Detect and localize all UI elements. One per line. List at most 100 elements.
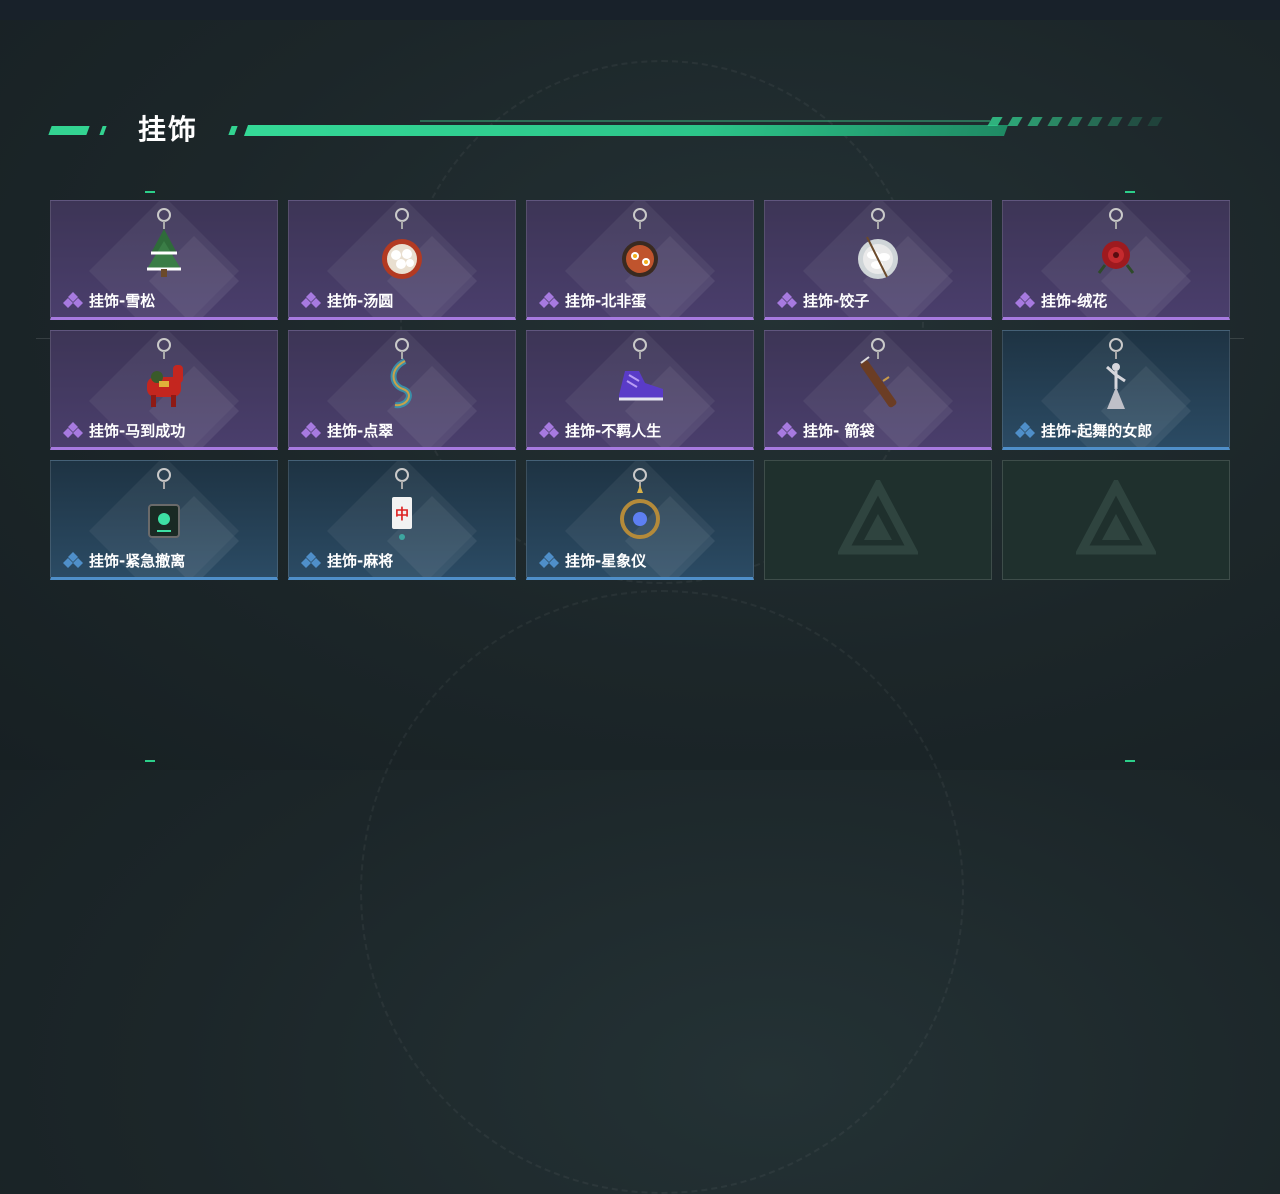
charm-label: 挂饰-饺子 (777, 290, 869, 311)
charm-card[interactable]: 挂饰-起舞的女郎 (1002, 330, 1230, 450)
charm-label: 挂饰-点翠 (301, 420, 393, 441)
tangyuan-bowl-charm-icon (367, 207, 437, 291)
rarity-diamond-icon (777, 291, 801, 311)
header-accent-bar (99, 126, 107, 135)
charm-card[interactable]: 挂饰-雪松 (50, 200, 278, 320)
charm-label: 挂饰-绒花 (1015, 290, 1107, 311)
charm-label: 挂饰-麻将 (301, 550, 393, 571)
charm-card[interactable]: 挂饰-北非蛋 (526, 200, 754, 320)
rarity-diamond-icon (63, 421, 87, 441)
corner-tick (145, 760, 155, 762)
charm-card[interactable]: 挂饰-饺子 (764, 200, 992, 320)
rarity-diamond-icon (301, 551, 325, 571)
checker-square (1117, 126, 1132, 135)
charm-name: 挂饰-起舞的女郎 (1041, 422, 1153, 440)
charm-name: 挂饰-汤圆 (327, 292, 394, 310)
rarity-diamond-icon (1015, 421, 1039, 441)
charm-name: 挂饰-饺子 (803, 292, 870, 310)
charm-card[interactable]: 中挂饰-麻将 (288, 460, 516, 580)
charm-card[interactable]: 挂饰-星象仪 (526, 460, 754, 580)
empty-charm-slot[interactable] (764, 460, 992, 580)
dancing-lady-charm-icon (1081, 337, 1151, 421)
empty-slot-logo-icon (1074, 476, 1158, 560)
purple-sneaker-charm-icon (605, 337, 675, 421)
empty-slot-logo-icon (836, 476, 920, 560)
shakshuka-pan-charm-icon (605, 207, 675, 291)
charm-card[interactable]: 挂饰- 箭袋 (764, 330, 992, 450)
header-thin-line (420, 120, 990, 122)
astrolabe-charm-icon (605, 467, 675, 551)
rarity-diamond-icon (63, 551, 87, 571)
checker-square (1067, 117, 1083, 126)
checker-square (1107, 117, 1123, 126)
charm-name: 挂饰-麻将 (327, 552, 394, 570)
emergency-exit-charm-icon (129, 467, 199, 551)
checker-square (1097, 126, 1112, 135)
checker-square (1007, 117, 1023, 126)
top-bar (0, 0, 1280, 20)
checker-square (1157, 126, 1172, 135)
checker-square (1057, 126, 1072, 135)
checker-square (1087, 117, 1103, 126)
charm-name: 挂饰-马到成功 (89, 422, 186, 440)
kingfisher-feather-charm-icon (367, 337, 437, 421)
charm-label: 挂饰-北非蛋 (539, 290, 646, 311)
quiver-charm-icon (843, 337, 913, 421)
charm-card[interactable]: 挂饰-汤圆 (288, 200, 516, 320)
rarity-diamond-icon (539, 421, 563, 441)
charm-card[interactable]: 挂饰-马到成功 (50, 330, 278, 450)
background-arc (360, 590, 964, 1194)
rarity-diamond-icon (539, 291, 563, 311)
charm-name: 挂饰-雪松 (89, 292, 156, 310)
checker-square (1127, 117, 1143, 126)
charm-name: 挂饰-紧急撤离 (89, 552, 186, 570)
side-line-left (36, 338, 50, 339)
rarity-diamond-icon (63, 291, 87, 311)
charm-name: 挂饰-不羁人生 (565, 422, 662, 440)
header-accent-line (243, 125, 1009, 136)
corner-tick (1125, 760, 1135, 762)
header-checker-pattern (987, 117, 1200, 135)
rarity-diamond-icon (777, 421, 801, 441)
charm-grid: 挂饰-雪松 挂饰-汤圆 挂饰-北非蛋 挂饰-饺子 挂饰-绒花 挂饰-马到成功 挂饰-点翠 挂饰… (50, 200, 1230, 580)
red-velvet-flower-charm-icon (1081, 207, 1151, 291)
charm-card[interactable]: 挂饰-点翠 (288, 330, 516, 450)
charm-label: 挂饰-汤圆 (301, 290, 393, 311)
charm-label: 挂饰- 箭袋 (777, 420, 874, 441)
charm-name: 挂饰- 箭袋 (803, 422, 875, 440)
red-horse-charm-icon (129, 337, 199, 421)
header-accent-bar (228, 126, 238, 135)
header-accent-bar (48, 126, 90, 135)
charm-name: 挂饰-点翠 (327, 422, 394, 440)
charm-label: 挂饰-不羁人生 (539, 420, 661, 441)
dumpling-plate-charm-icon (843, 207, 913, 291)
charm-label: 挂饰-星象仪 (539, 550, 646, 571)
checker-square (997, 126, 1012, 135)
charm-card[interactable]: 挂饰-紧急撤离 (50, 460, 278, 580)
empty-charm-slot[interactable] (1002, 460, 1230, 580)
checker-square (1137, 126, 1152, 135)
charm-label: 挂饰-雪松 (63, 290, 155, 311)
checker-square (1017, 126, 1032, 135)
pine-tree-charm-icon (129, 207, 199, 291)
checker-square (1047, 117, 1063, 126)
rarity-diamond-icon (301, 421, 325, 441)
charm-card[interactable]: 挂饰-绒花 (1002, 200, 1230, 320)
charm-label: 挂饰-起舞的女郎 (1015, 420, 1152, 441)
rarity-diamond-icon (301, 291, 325, 311)
checker-square (1027, 117, 1043, 126)
side-line-right (1230, 338, 1244, 339)
checker-square (1037, 126, 1052, 135)
section-title: 挂饰 (138, 113, 199, 146)
charm-card[interactable]: 挂饰-不羁人生 (526, 330, 754, 450)
checker-square (1077, 126, 1092, 135)
rarity-diamond-icon (539, 551, 563, 571)
mahjong-tile-charm-icon: 中 (367, 467, 437, 551)
checker-square (987, 117, 1003, 126)
corner-tick (145, 191, 155, 193)
svg-text:中: 中 (395, 506, 409, 523)
rarity-diamond-icon (1015, 291, 1039, 311)
charm-label: 挂饰-马到成功 (63, 420, 185, 441)
corner-tick (1125, 191, 1135, 193)
checker-square (1147, 117, 1163, 126)
